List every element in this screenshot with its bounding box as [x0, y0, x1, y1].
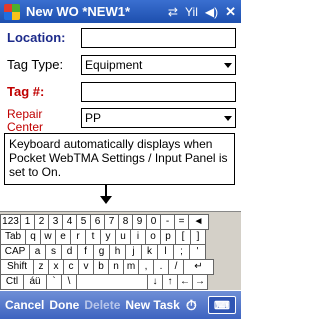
- keyboard-key[interactable]: 7: [104, 214, 119, 230]
- chevron-down-icon[interactable]: [224, 63, 232, 68]
- cancel-button[interactable]: Cancel: [5, 298, 44, 312]
- tag-number-label: Tag #:: [7, 84, 45, 99]
- keyboard-key[interactable]: i: [130, 229, 146, 245]
- keyboard-toggle-icon[interactable]: ⌨: [208, 296, 236, 314]
- tag-type-label: Tag Type:: [7, 57, 64, 72]
- space-key[interactable]: [76, 274, 148, 290]
- keyboard-key[interactable]: 8: [118, 214, 133, 230]
- keyboard-key[interactable]: l: [157, 244, 174, 260]
- keyboard-key[interactable]: 5: [76, 214, 91, 230]
- keyboard-key[interactable]: =: [174, 214, 189, 230]
- keyboard-key[interactable]: ;: [173, 244, 190, 260]
- keyboard-key[interactable]: Shift: [0, 259, 34, 275]
- keyboard-key[interactable]: ◄: [188, 214, 209, 230]
- keyboard-key[interactable]: ↵: [183, 259, 214, 275]
- keyboard-key[interactable]: v: [78, 259, 94, 275]
- keyboard-key[interactable]: /: [168, 259, 184, 275]
- keyboard-key[interactable]: ,: [138, 259, 154, 275]
- keyboard-key[interactable]: f: [77, 244, 94, 260]
- keyboard-key[interactable]: r: [70, 229, 86, 245]
- keyboard-row-2: Tab q w e r t y u i o p[]: [0, 229, 206, 245]
- keyboard-key[interactable]: 1: [20, 214, 35, 230]
- keyboard-row-4: Shift z x c v b n m,. / ↵: [0, 259, 214, 275]
- keyboard-key[interactable]: ]: [190, 229, 206, 245]
- delete-button[interactable]: Delete: [84, 298, 120, 312]
- keyboard-key[interactable]: d: [61, 244, 78, 260]
- keyboard-key[interactable]: ': [189, 244, 206, 260]
- keyboard-key[interactable]: a: [29, 244, 46, 260]
- keyboard-key[interactable]: n: [108, 259, 124, 275]
- keyboard-key[interactable]: s: [45, 244, 62, 260]
- soft-keyboard: 123 1 2 3 4 5 6 7 8 9 0- = ◄ Tab q w e r t y u i o p[] CAP a s d f…: [0, 211, 241, 290]
- keyboard-key[interactable]: Ctl: [0, 274, 24, 290]
- keyboard-key[interactable]: áü: [23, 274, 47, 290]
- keyboard-key[interactable]: o: [145, 229, 161, 245]
- repair-center-label: Repair Center: [7, 108, 43, 134]
- tag-type-value: Equipment: [85, 58, 143, 72]
- keyboard-key[interactable]: ↓: [147, 274, 163, 290]
- windows-logo-icon[interactable]: [4, 3, 20, 20]
- repair-label-line2: Center: [7, 120, 44, 134]
- new-task-button[interactable]: New Task: [125, 298, 179, 312]
- keyboard-key[interactable]: u: [115, 229, 131, 245]
- keyboard-key[interactable]: Tab: [0, 229, 26, 245]
- keyboard-key[interactable]: [: [175, 229, 191, 245]
- keyboard-key[interactable]: ↑: [162, 274, 178, 290]
- keyboard-key[interactable]: e: [55, 229, 71, 245]
- keyboard-key[interactable]: p: [160, 229, 176, 245]
- title-bar: New WO *NEW1* ⇄ Yil ◀) ✕: [0, 0, 241, 23]
- repair-center-value: PP: [85, 111, 102, 125]
- location-label: Location:: [7, 30, 66, 45]
- keyboard-key[interactable]: -: [160, 214, 175, 230]
- keyboard-key[interactable]: h: [109, 244, 126, 260]
- clock-icon[interactable]: ⏱: [186, 297, 197, 314]
- chevron-down-icon[interactable]: [224, 116, 232, 121]
- keyboard-key[interactable]: →: [192, 274, 208, 290]
- keyboard-key[interactable]: m: [123, 259, 139, 275]
- keyboard-key[interactable]: t: [85, 229, 101, 245]
- keyboard-key[interactable]: z: [33, 259, 49, 275]
- arrow-down-icon: [100, 196, 112, 204]
- repair-label-line1: Repair: [7, 107, 43, 121]
- keyboard-key[interactable]: y: [100, 229, 116, 245]
- signal-icon[interactable]: Yil: [185, 6, 198, 18]
- keyboard-key[interactable]: \: [61, 274, 77, 290]
- keyboard-key[interactable]: w: [40, 229, 56, 245]
- keyboard-key[interactable]: j: [125, 244, 142, 260]
- location-input[interactable]: [81, 28, 236, 48]
- keyboard-key[interactable]: b: [93, 259, 109, 275]
- keyboard-key[interactable]: x: [48, 259, 64, 275]
- keyboard-icon: ⌨: [214, 299, 230, 312]
- keyboard-key[interactable]: c: [63, 259, 79, 275]
- tag-type-select[interactable]: Equipment: [81, 55, 236, 75]
- keyboard-key[interactable]: q: [25, 229, 41, 245]
- keyboard-key[interactable]: 0: [146, 214, 161, 230]
- keyboard-key[interactable]: 2: [34, 214, 49, 230]
- keyboard-callout: Keyboard automatically displays when Poc…: [4, 133, 235, 185]
- done-button[interactable]: Done: [49, 298, 79, 312]
- keyboard-key[interactable]: 9: [132, 214, 147, 230]
- keyboard-key[interactable]: 4: [62, 214, 77, 230]
- repair-center-select[interactable]: PP: [81, 108, 236, 128]
- keyboard-row-3: CAP a s d f g h j k l; ': [0, 244, 206, 260]
- connectivity-icon[interactable]: ⇄: [168, 6, 178, 18]
- keyboard-key[interactable]: 123: [0, 214, 21, 230]
- keyboard-key[interactable]: CAP: [0, 244, 30, 260]
- keyboard-key[interactable]: k: [141, 244, 158, 260]
- keyboard-key[interactable]: ←: [177, 274, 193, 290]
- keyboard-key[interactable]: 6: [90, 214, 105, 230]
- menu-bar: Cancel Done Delete New Task ⏱ ⌨: [0, 291, 241, 319]
- keyboard-key[interactable]: 3: [48, 214, 63, 230]
- keyboard-key[interactable]: `: [46, 274, 62, 290]
- keyboard-row-1: 123 1 2 3 4 5 6 7 8 9 0- = ◄: [0, 214, 209, 230]
- close-icon[interactable]: ✕: [225, 5, 236, 18]
- window-title: New WO *NEW1*: [26, 4, 131, 19]
- tag-number-input[interactable]: [81, 82, 236, 102]
- volume-icon[interactable]: ◀): [205, 6, 218, 18]
- keyboard-key[interactable]: g: [93, 244, 110, 260]
- keyboard-key[interactable]: .: [153, 259, 169, 275]
- keyboard-row-5: Ctl áü ` \ ↓ ↑ ← →: [0, 274, 208, 290]
